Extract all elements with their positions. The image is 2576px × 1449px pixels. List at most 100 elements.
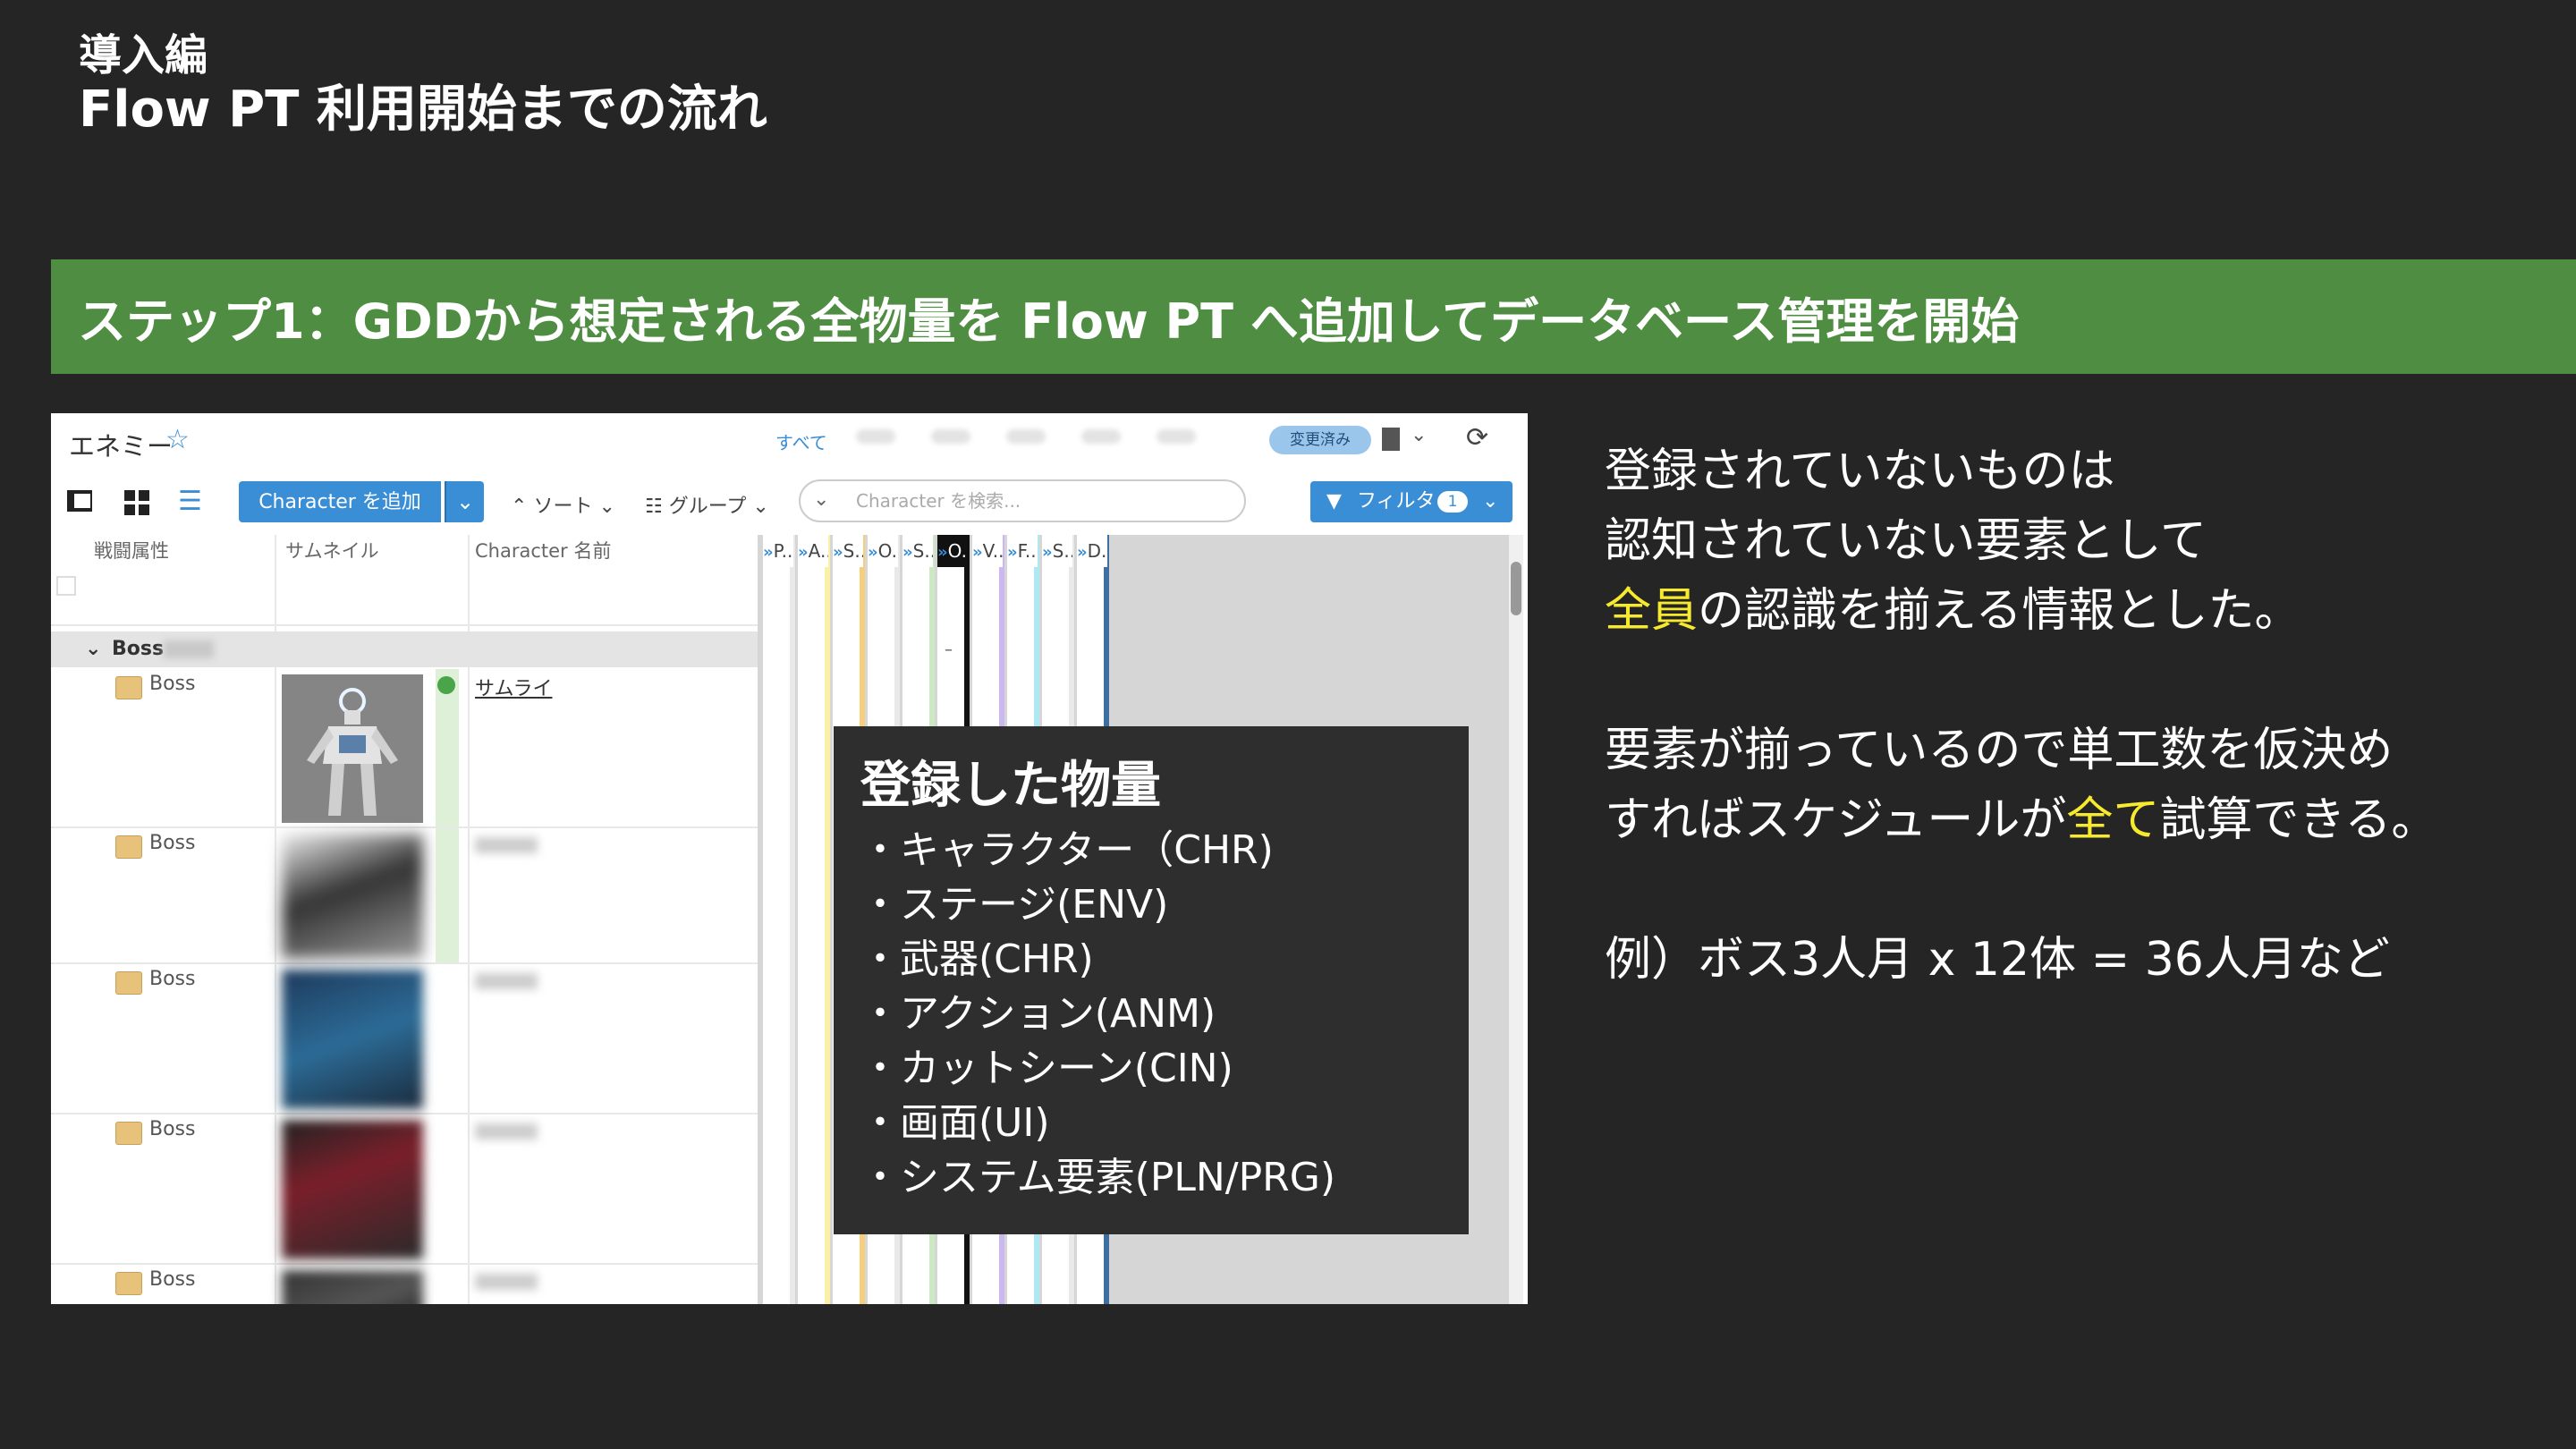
group-button[interactable]: ☷ グループ ⌄ [645,490,769,519]
column-header-thumbnail[interactable]: サムネイル [285,535,379,567]
status-column-header[interactable]: »S.. [833,535,863,567]
chevron-down-icon[interactable]: ⌄ [85,631,101,667]
status-cell[interactable] [868,572,893,603]
expand-chevron-icon[interactable]: » [868,543,878,562]
status-cell[interactable] [1077,682,1102,712]
table-row[interactable]: Boss [51,964,758,1114]
table-row[interactable]: Boss [51,1114,758,1265]
expand-chevron-icon[interactable]: » [902,543,913,562]
status-column-header[interactable]: »P.. [763,535,793,567]
status-cell[interactable] [972,610,997,640]
add-character-button[interactable]: Character を追加 [239,481,441,522]
status-cell[interactable] [902,572,928,603]
thumbnail-image[interactable] [282,674,423,823]
status-cell[interactable] [798,655,823,685]
status-cell[interactable] [833,655,858,685]
expand-chevron-icon[interactable]: » [833,543,843,562]
status-column-header[interactable]: »O.. [937,535,968,567]
status-cell[interactable] [1007,572,1032,603]
search-box[interactable]: ⌄ [799,479,1246,522]
status-cell[interactable] [972,682,997,712]
status-cell[interactable] [798,572,823,603]
refresh-icon[interactable]: ⟳ [1466,422,1488,453]
status-cell[interactable] [972,572,997,603]
vertical-scrollbar[interactable] [1509,535,1523,1304]
filter-button[interactable]: ▼ フィルタ 1 ⌄ [1310,481,1513,522]
status-cell[interactable] [763,655,788,685]
add-options-chevron-icon[interactable]: ⌄ [445,481,484,522]
filter-all-link[interactable]: すべて [775,428,827,454]
status-column-header[interactable]: »A.. [798,535,828,567]
status-cell[interactable] [937,1281,962,1304]
chevron-down-icon[interactable]: ⌄ [1411,424,1427,446]
status-column-header[interactable]: »S.. [902,535,933,567]
status-cell[interactable] [1042,655,1067,685]
expand-chevron-icon[interactable]: » [937,543,948,562]
table-row[interactable]: Boss [51,828,758,964]
chevron-down-icon[interactable]: ⌄ [813,488,829,511]
status-cell[interactable] [937,610,962,640]
table-row[interactable]: Boss [51,1265,758,1304]
thumbnail-image-blurred[interactable] [282,970,423,1109]
status-cell[interactable] [937,682,962,712]
status-column-header[interactable]: »D.. [1077,535,1107,567]
select-all-checkbox[interactable] [56,576,76,596]
status-cell[interactable] [798,834,823,864]
status-cell[interactable] [1042,1281,1067,1304]
thumbnail-image-blurred[interactable] [282,1270,423,1304]
status-column-header[interactable]: »V.. [972,535,1003,567]
status-cell[interactable] [763,1129,788,1159]
status-cell[interactable] [902,610,928,640]
status-cell[interactable] [937,655,962,685]
changed-badge[interactable]: 変更済み [1269,426,1371,454]
grid-view-icon[interactable] [123,487,153,517]
status-cell[interactable] [1042,572,1067,603]
expand-chevron-icon[interactable]: » [1042,543,1053,562]
column-header-combat-attribute[interactable]: 戦闘属性 [94,535,169,567]
thumbnail-image-blurred[interactable] [282,1120,423,1259]
search-input[interactable] [854,487,1233,515]
status-cell[interactable] [798,682,823,712]
status-cell[interactable] [763,682,788,712]
status-column-header[interactable]: »F.. [1007,535,1038,567]
thumbnail-image-blurred[interactable] [282,834,423,959]
status-cell[interactable] [763,834,788,864]
status-cell[interactable] [868,1281,893,1304]
group-row-boss[interactable]: ⌄ Boss [51,631,758,667]
status-cell[interactable] [763,572,788,603]
status-cell[interactable] [902,682,928,712]
expand-chevron-icon[interactable]: » [798,543,809,562]
status-cell[interactable] [868,682,893,712]
expand-chevron-icon[interactable]: » [1007,543,1018,562]
status-cell[interactable] [1007,655,1032,685]
status-cell[interactable] [868,610,893,640]
status-cell[interactable] [868,655,893,685]
status-column-header[interactable]: »S.. [1042,535,1072,567]
status-cell[interactable] [902,655,928,685]
status-cell[interactable] [1042,682,1067,712]
star-icon[interactable]: ☆ [165,424,190,455]
column-header-character-name[interactable]: Character 名前 [475,535,611,567]
status-cell[interactable] [798,610,823,640]
sort-button[interactable]: ⌃ ソート ⌄ [511,490,615,519]
status-cell[interactable] [1077,655,1102,685]
status-cell[interactable] [972,1281,997,1304]
status-cell[interactable] [833,1281,858,1304]
scrollbar-thumb[interactable] [1511,562,1521,615]
status-cell[interactable] [902,1281,928,1304]
expand-chevron-icon[interactable]: » [972,543,983,562]
status-cell[interactable] [1042,610,1067,640]
status-cell[interactable] [763,977,788,1007]
status-cell[interactable] [798,1129,823,1159]
status-cell[interactable] [1077,1281,1102,1304]
expand-chevron-icon[interactable]: » [763,543,774,562]
status-column-header[interactable]: »O.. [868,535,898,567]
document-icon[interactable] [1382,428,1400,451]
character-name-link[interactable]: サムライ [475,673,552,701]
status-cell[interactable] [763,610,788,640]
status-cell[interactable] [1007,1281,1032,1304]
table-row[interactable]: Boss サムライ [51,669,758,828]
status-cell[interactable] [833,682,858,712]
expand-chevron-icon[interactable]: » [1077,543,1088,562]
status-cell[interactable] [798,977,823,1007]
